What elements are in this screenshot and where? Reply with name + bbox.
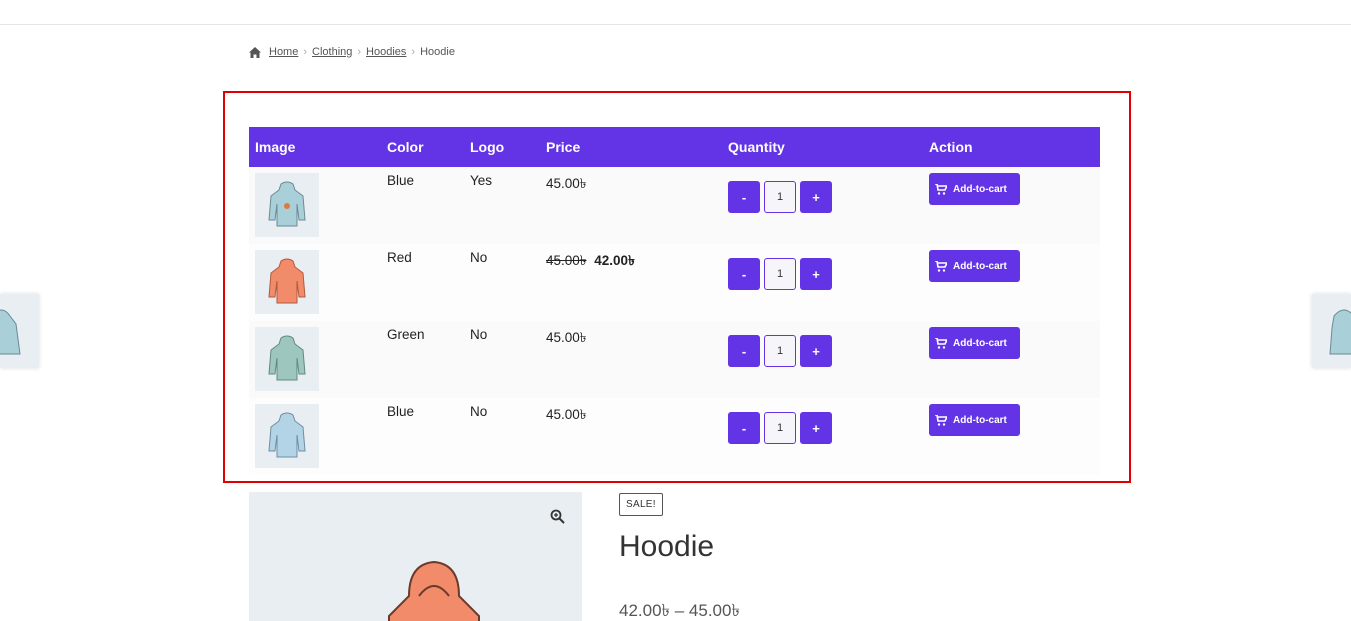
column-header-logo: Logo [464, 127, 540, 167]
product-title: Hoodie [619, 530, 715, 563]
table-row: Green No 45.00৳ - 1 + Add-to-cart [249, 321, 1100, 398]
hoodie-image [0, 309, 21, 355]
sale-price: 42.00৳ [594, 253, 635, 268]
variant-image[interactable] [255, 327, 319, 391]
site-header [0, 0, 1351, 25]
quantity-decrease-button[interactable]: - [728, 181, 760, 213]
variant-logo: No [464, 398, 540, 475]
add-to-cart-label: Add-to-cart [953, 260, 1007, 272]
hoodie-image [268, 181, 306, 227]
breadcrumb-clothing-link[interactable]: Clothing [312, 46, 352, 58]
quantity-increase-button[interactable]: + [800, 412, 832, 444]
table-row: Blue Yes 45.00৳ - 1 + Add-to-cart [249, 167, 1100, 244]
variant-color: Green [381, 321, 464, 398]
add-to-cart-button[interactable]: Add-to-cart [929, 327, 1020, 359]
cart-icon [935, 337, 947, 349]
prev-product-thumbnail[interactable] [0, 294, 39, 368]
column-header-action: Action [923, 127, 1100, 167]
variant-image[interactable] [255, 173, 319, 237]
breadcrumb-hoodies-link[interactable]: Hoodies [366, 46, 406, 58]
breadcrumb-home-link[interactable]: Home [269, 46, 298, 58]
column-header-image: Image [249, 127, 381, 167]
quantity-stepper: - 1 + [728, 258, 917, 290]
variant-image[interactable] [255, 404, 319, 468]
quantity-decrease-button[interactable]: - [728, 258, 760, 290]
variation-table: Image Color Logo Price Quantity Action B… [249, 127, 1100, 475]
breadcrumb-separator: › [357, 46, 362, 58]
quantity-stepper: - 1 + [728, 335, 917, 367]
cart-icon [935, 260, 947, 272]
hoodie-image [388, 560, 480, 621]
quantity-increase-button[interactable]: + [800, 181, 832, 213]
quantity-increase-button[interactable]: + [800, 335, 832, 367]
product-gallery[interactable] [249, 492, 582, 621]
add-to-cart-label: Add-to-cart [953, 414, 1007, 426]
add-to-cart-button[interactable]: Add-to-cart [929, 173, 1020, 205]
hoodie-image [268, 258, 306, 304]
variant-logo: Yes [464, 167, 540, 244]
quantity-input[interactable]: 1 [764, 335, 796, 367]
sale-badge: SALE! [619, 493, 663, 516]
variant-price: 45.00৳ [540, 167, 722, 244]
next-product-thumbnail[interactable] [1312, 294, 1351, 368]
table-row: Red No 45.00৳ 42.00৳ - 1 + Add-to-cart [249, 244, 1100, 321]
add-to-cart-button[interactable]: Add-to-cart [929, 250, 1020, 282]
quantity-decrease-button[interactable]: - [728, 412, 760, 444]
variant-color: Blue [381, 167, 464, 244]
quantity-stepper: - 1 + [728, 181, 917, 213]
quantity-decrease-button[interactable]: - [728, 335, 760, 367]
breadcrumb: Home › Clothing › Hoodies › Hoodie [249, 46, 455, 58]
variant-logo: No [464, 321, 540, 398]
breadcrumb-separator: › [303, 46, 308, 58]
add-to-cart-label: Add-to-cart [953, 337, 1007, 349]
cart-icon [935, 414, 947, 426]
variant-price: 45.00৳ [540, 321, 722, 398]
table-header-row: Image Color Logo Price Quantity Action [249, 127, 1100, 167]
quantity-stepper: - 1 + [728, 412, 917, 444]
zoom-in-icon[interactable] [550, 509, 565, 524]
home-icon [249, 46, 261, 58]
hoodie-image [1329, 309, 1351, 355]
quantity-increase-button[interactable]: + [800, 258, 832, 290]
regular-price: 45.00৳ [546, 253, 587, 268]
variant-color: Blue [381, 398, 464, 475]
hoodie-image [268, 335, 306, 381]
breadcrumb-separator: › [411, 46, 416, 58]
cart-icon [935, 183, 947, 195]
table-row: Blue No 45.00৳ - 1 + Add-to-cart [249, 398, 1100, 475]
add-to-cart-button[interactable]: Add-to-cart [929, 404, 1020, 436]
variant-price: 45.00৳ [540, 398, 722, 475]
add-to-cart-label: Add-to-cart [953, 183, 1007, 195]
quantity-input[interactable]: 1 [764, 412, 796, 444]
variant-price: 45.00৳ 42.00৳ [540, 244, 722, 321]
variant-image[interactable] [255, 250, 319, 314]
breadcrumb-current: Hoodie [420, 46, 455, 58]
quantity-input[interactable]: 1 [764, 258, 796, 290]
column-header-quantity: Quantity [722, 127, 923, 167]
quantity-input[interactable]: 1 [764, 181, 796, 213]
product-price-range: 42.00৳ – 45.00৳ [619, 601, 740, 620]
variant-logo: No [464, 244, 540, 321]
variant-color: Red [381, 244, 464, 321]
column-header-price: Price [540, 127, 722, 167]
hoodie-image [268, 412, 306, 458]
column-header-color: Color [381, 127, 464, 167]
